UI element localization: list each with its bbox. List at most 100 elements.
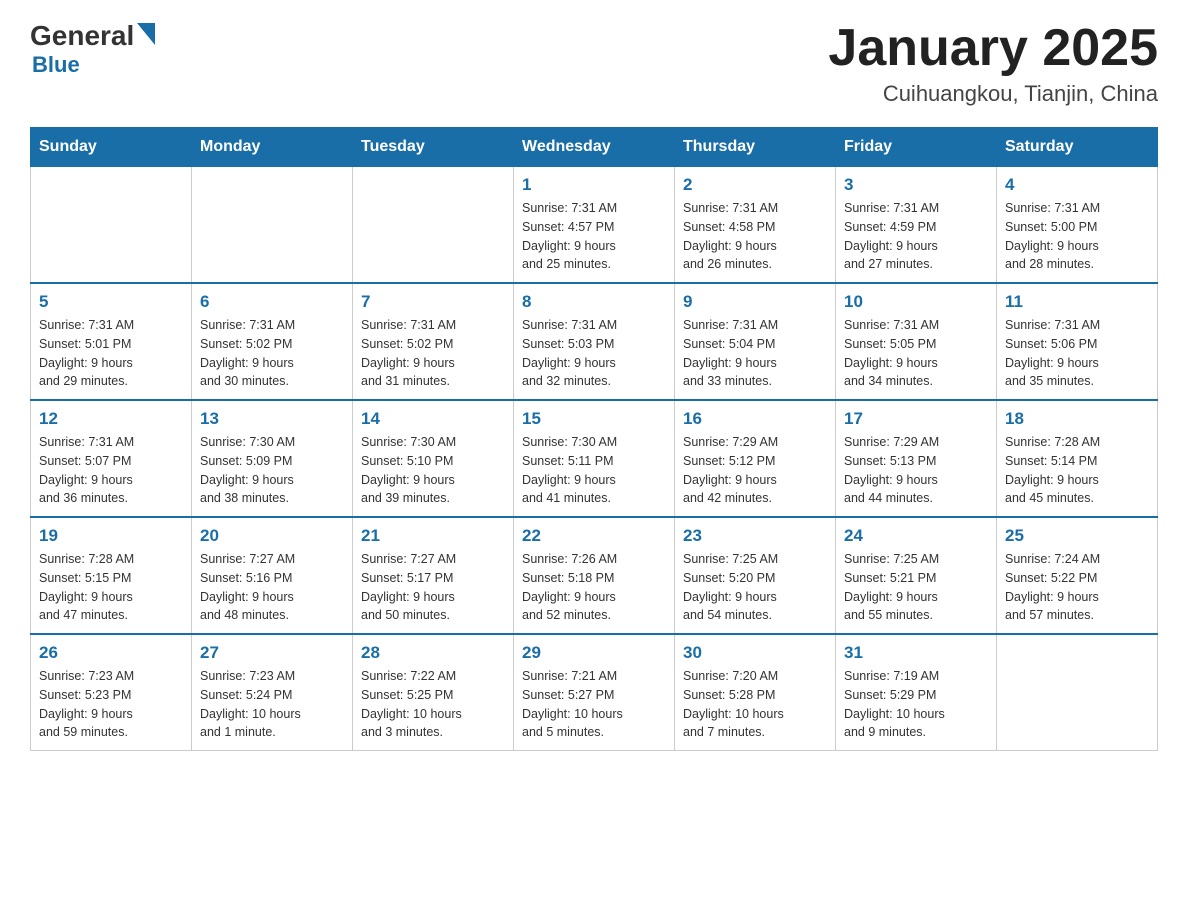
calendar-cell xyxy=(192,167,353,284)
day-number: 27 xyxy=(200,643,344,663)
day-info: Sunrise: 7:30 AM Sunset: 5:11 PM Dayligh… xyxy=(522,433,666,508)
day-info: Sunrise: 7:31 AM Sunset: 5:05 PM Dayligh… xyxy=(844,316,988,391)
day-info: Sunrise: 7:31 AM Sunset: 5:01 PM Dayligh… xyxy=(39,316,183,391)
calendar-cell: 26 Sunrise: 7:23 AM Sunset: 5:23 PM Dayli… xyxy=(31,634,192,751)
day-info: Sunrise: 7:27 AM Sunset: 5:16 PM Dayligh… xyxy=(200,550,344,625)
day-info: Sunrise: 7:22 AM Sunset: 5:25 PM Dayligh… xyxy=(361,667,505,742)
location-text: Cuihuangkou, Tianjin, China xyxy=(828,81,1158,107)
day-number: 20 xyxy=(200,526,344,546)
calendar-cell: 16 Sunrise: 7:29 AM Sunset: 5:12 PM Dayli… xyxy=(675,400,836,517)
day-number: 19 xyxy=(39,526,183,546)
calendar-cell: 3 Sunrise: 7:31 AM Sunset: 4:59 PM Daylig… xyxy=(836,167,997,284)
day-number: 24 xyxy=(844,526,988,546)
calendar-cell: 29 Sunrise: 7:21 AM Sunset: 5:27 PM Dayli… xyxy=(514,634,675,751)
calendar-cell: 12Sunrise: 7:31 AM Sunset: 5:07 PM Dayli… xyxy=(31,400,192,517)
calendar-cell: 11 Sunrise: 7:31 AM Sunset: 5:06 PM Dayli… xyxy=(997,283,1158,400)
calendar-cell: 23 Sunrise: 7:25 AM Sunset: 5:20 PM Dayli… xyxy=(675,517,836,634)
calendar-cell xyxy=(997,634,1158,751)
day-info: Sunrise: 7:25 AM Sunset: 5:21 PM Dayligh… xyxy=(844,550,988,625)
calendar-cell xyxy=(31,167,192,284)
calendar-week-row: 19 Sunrise: 7:28 AM Sunset: 5:15 PM Dayli… xyxy=(31,517,1158,634)
day-number: 16 xyxy=(683,409,827,429)
calendar-cell: 13 Sunrise: 7:30 AM Sunset: 5:09 PM Dayli… xyxy=(192,400,353,517)
day-info: Sunrise: 7:24 AM Sunset: 5:22 PM Dayligh… xyxy=(1005,550,1149,625)
day-info: Sunrise: 7:31 AM Sunset: 4:59 PM Dayligh… xyxy=(844,199,988,274)
day-of-week-header: Sunday xyxy=(31,128,192,167)
day-info: Sunrise: 7:25 AM Sunset: 5:20 PM Dayligh… xyxy=(683,550,827,625)
day-info: Sunrise: 7:26 AM Sunset: 5:18 PM Dayligh… xyxy=(522,550,666,625)
calendar-cell: 22 Sunrise: 7:26 AM Sunset: 5:18 PM Dayli… xyxy=(514,517,675,634)
calendar-cell: 10 Sunrise: 7:31 AM Sunset: 5:05 PM Dayli… xyxy=(836,283,997,400)
calendar-cell xyxy=(353,167,514,284)
day-info: Sunrise: 7:30 AM Sunset: 5:10 PM Dayligh… xyxy=(361,433,505,508)
calendar-week-row: 1Sunrise: 7:31 AM Sunset: 4:57 PM Daylig… xyxy=(31,167,1158,284)
day-number: 22 xyxy=(522,526,666,546)
day-number: 3 xyxy=(844,175,988,195)
day-number: 13 xyxy=(200,409,344,429)
calendar-cell: 1Sunrise: 7:31 AM Sunset: 4:57 PM Daylig… xyxy=(514,167,675,284)
calendar-cell: 25 Sunrise: 7:24 AM Sunset: 5:22 PM Dayli… xyxy=(997,517,1158,634)
day-number: 30 xyxy=(683,643,827,663)
calendar-cell: 19 Sunrise: 7:28 AM Sunset: 5:15 PM Dayli… xyxy=(31,517,192,634)
day-info: Sunrise: 7:29 AM Sunset: 5:13 PM Dayligh… xyxy=(844,433,988,508)
day-number: 29 xyxy=(522,643,666,663)
day-number: 21 xyxy=(361,526,505,546)
day-number: 31 xyxy=(844,643,988,663)
day-number: 26 xyxy=(39,643,183,663)
day-number: 5 xyxy=(39,292,183,312)
day-info: Sunrise: 7:29 AM Sunset: 5:12 PM Dayligh… xyxy=(683,433,827,508)
calendar-cell: 8Sunrise: 7:31 AM Sunset: 5:03 PM Daylig… xyxy=(514,283,675,400)
page-header: General Blue January 2025 Cuihuangkou, T… xyxy=(30,20,1158,107)
day-number: 4 xyxy=(1005,175,1149,195)
day-number: 7 xyxy=(361,292,505,312)
calendar-cell: 24 Sunrise: 7:25 AM Sunset: 5:21 PM Dayli… xyxy=(836,517,997,634)
day-info: Sunrise: 7:28 AM Sunset: 5:15 PM Dayligh… xyxy=(39,550,183,625)
logo: General Blue xyxy=(30,20,155,78)
day-info: Sunrise: 7:30 AM Sunset: 5:09 PM Dayligh… xyxy=(200,433,344,508)
day-info: Sunrise: 7:31 AM Sunset: 5:02 PM Dayligh… xyxy=(361,316,505,391)
day-info: Sunrise: 7:31 AM Sunset: 5:02 PM Dayligh… xyxy=(200,316,344,391)
calendar-cell: 5 Sunrise: 7:31 AM Sunset: 5:01 PM Daylig… xyxy=(31,283,192,400)
month-title: January 2025 xyxy=(828,20,1158,77)
calendar-header-row: SundayMondayTuesdayWednesdayThursdayFrid… xyxy=(31,128,1158,167)
logo-general-text: General xyxy=(30,20,134,52)
day-of-week-header: Monday xyxy=(192,128,353,167)
day-info: Sunrise: 7:31 AM Sunset: 5:03 PM Dayligh… xyxy=(522,316,666,391)
day-of-week-header: Friday xyxy=(836,128,997,167)
day-number: 28 xyxy=(361,643,505,663)
day-number: 9 xyxy=(683,292,827,312)
logo-blue-text: Blue xyxy=(32,52,155,78)
calendar-cell: 18 Sunrise: 7:28 AM Sunset: 5:14 PM Dayli… xyxy=(997,400,1158,517)
calendar-cell: 7 Sunrise: 7:31 AM Sunset: 5:02 PM Daylig… xyxy=(353,283,514,400)
day-number: 17 xyxy=(844,409,988,429)
day-number: 15 xyxy=(522,409,666,429)
calendar-cell: 6 Sunrise: 7:31 AM Sunset: 5:02 PM Daylig… xyxy=(192,283,353,400)
day-info: Sunrise: 7:21 AM Sunset: 5:27 PM Dayligh… xyxy=(522,667,666,742)
day-info: Sunrise: 7:23 AM Sunset: 5:23 PM Dayligh… xyxy=(39,667,183,742)
calendar-cell: 30Sunrise: 7:20 AM Sunset: 5:28 PM Dayli… xyxy=(675,634,836,751)
day-of-week-header: Wednesday xyxy=(514,128,675,167)
calendar-cell: 15 Sunrise: 7:30 AM Sunset: 5:11 PM Dayli… xyxy=(514,400,675,517)
logo-arrow-icon xyxy=(137,23,155,50)
calendar-cell: 4Sunrise: 7:31 AM Sunset: 5:00 PM Daylig… xyxy=(997,167,1158,284)
day-info: Sunrise: 7:27 AM Sunset: 5:17 PM Dayligh… xyxy=(361,550,505,625)
calendar-table: SundayMondayTuesdayWednesdayThursdayFrid… xyxy=(30,127,1158,751)
calendar-week-row: 12Sunrise: 7:31 AM Sunset: 5:07 PM Dayli… xyxy=(31,400,1158,517)
day-number: 23 xyxy=(683,526,827,546)
day-number: 18 xyxy=(1005,409,1149,429)
calendar-week-row: 5 Sunrise: 7:31 AM Sunset: 5:01 PM Daylig… xyxy=(31,283,1158,400)
day-number: 11 xyxy=(1005,292,1149,312)
day-of-week-header: Tuesday xyxy=(353,128,514,167)
day-info: Sunrise: 7:28 AM Sunset: 5:14 PM Dayligh… xyxy=(1005,433,1149,508)
calendar-cell: 31Sunrise: 7:19 AM Sunset: 5:29 PM Dayli… xyxy=(836,634,997,751)
calendar-cell: 20 Sunrise: 7:27 AM Sunset: 5:16 PM Dayli… xyxy=(192,517,353,634)
calendar-cell: 9Sunrise: 7:31 AM Sunset: 5:04 PM Daylig… xyxy=(675,283,836,400)
day-number: 25 xyxy=(1005,526,1149,546)
day-number: 10 xyxy=(844,292,988,312)
title-block: January 2025 Cuihuangkou, Tianjin, China xyxy=(828,20,1158,107)
day-number: 6 xyxy=(200,292,344,312)
calendar-cell: 28 Sunrise: 7:22 AM Sunset: 5:25 PM Dayli… xyxy=(353,634,514,751)
day-info: Sunrise: 7:31 AM Sunset: 5:06 PM Dayligh… xyxy=(1005,316,1149,391)
calendar-cell: 14Sunrise: 7:30 AM Sunset: 5:10 PM Dayli… xyxy=(353,400,514,517)
calendar-cell: 2Sunrise: 7:31 AM Sunset: 4:58 PM Daylig… xyxy=(675,167,836,284)
